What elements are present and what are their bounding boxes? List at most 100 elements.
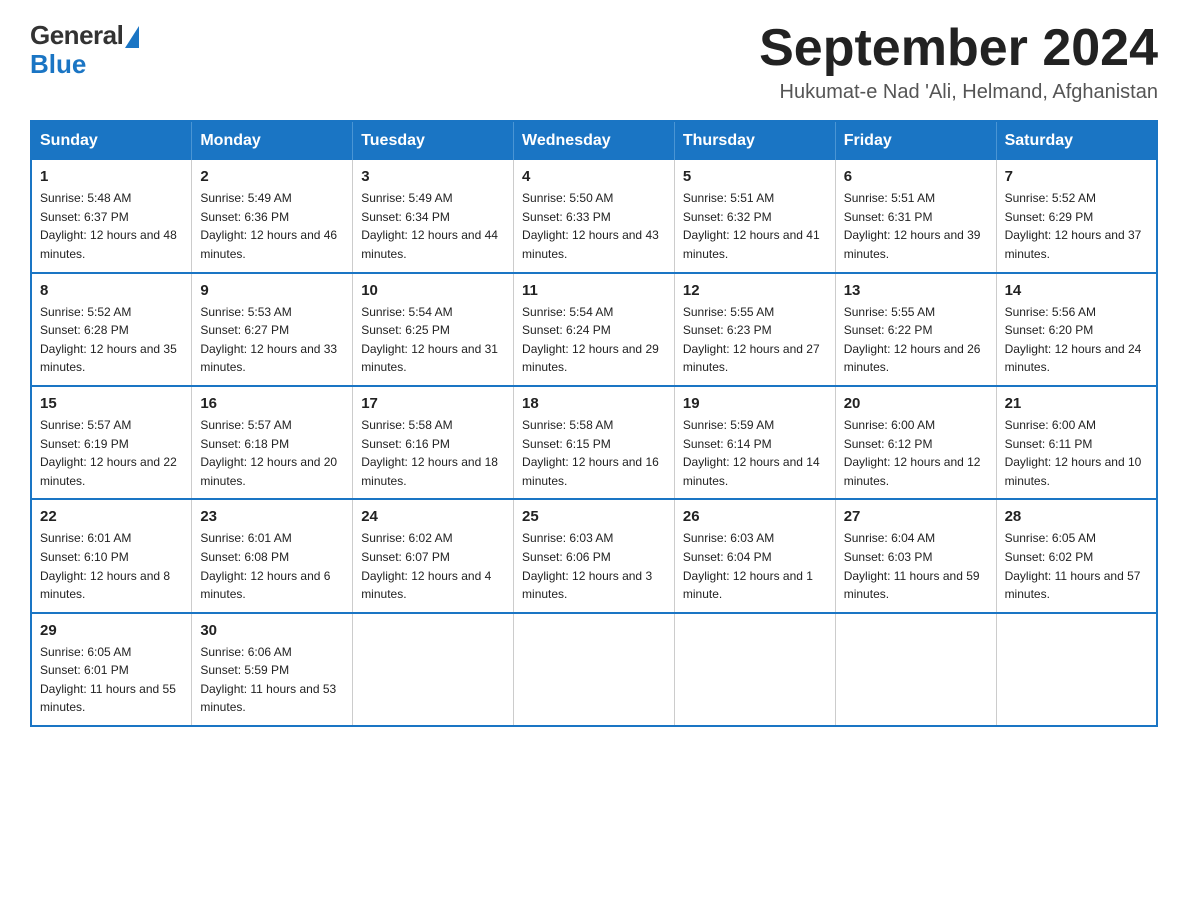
day-number: 3 bbox=[361, 168, 505, 185]
weekday-header-thursday: Thursday bbox=[674, 121, 835, 160]
calendar-cell: 19 Sunrise: 5:59 AMSunset: 6:14 PMDayligh… bbox=[674, 386, 835, 499]
location-title: Hukumat-e Nad 'Ali, Helmand, Afghanistan bbox=[759, 81, 1158, 104]
logo-blue-text: Blue bbox=[30, 49, 86, 80]
day-info: Sunrise: 5:50 AMSunset: 6:33 PMDaylight:… bbox=[522, 189, 666, 263]
day-number: 8 bbox=[40, 282, 183, 299]
day-number: 25 bbox=[522, 508, 666, 525]
weekday-header-monday: Monday bbox=[192, 121, 353, 160]
day-number: 2 bbox=[200, 168, 344, 185]
logo-general-text: General bbox=[30, 20, 123, 51]
calendar-cell: 7Sunrise: 5:52 AMSunset: 6:29 PMDaylight… bbox=[996, 160, 1157, 272]
calendar-week-row: 29Sunrise: 6:05 AMSunset: 6:01 PMDayligh… bbox=[31, 613, 1157, 726]
day-number: 26 bbox=[683, 508, 827, 525]
weekday-header-row: SundayMondayTuesdayWednesdayThursdayFrid… bbox=[31, 121, 1157, 160]
calendar-cell: 27 Sunrise: 6:04 AMSunset: 6:03 PMDayligh… bbox=[835, 499, 996, 612]
day-info: Sunrise: 5:57 AMSunset: 6:18 PMDaylight:… bbox=[200, 416, 344, 490]
calendar-cell bbox=[835, 613, 996, 726]
weekday-header-tuesday: Tuesday bbox=[353, 121, 514, 160]
day-info: Sunrise: 5:48 AMSunset: 6:37 PMDaylight:… bbox=[40, 189, 183, 263]
page-header: General Blue September 2024 Hukumat-e Na… bbox=[30, 20, 1158, 104]
calendar-cell: 29Sunrise: 6:05 AMSunset: 6:01 PMDayligh… bbox=[31, 613, 192, 726]
day-info: Sunrise: 5:54 AMSunset: 6:24 PMDaylight:… bbox=[522, 303, 666, 377]
calendar-cell: 12 Sunrise: 5:55 AMSunset: 6:23 PMDayligh… bbox=[674, 273, 835, 386]
day-info: Sunrise: 5:52 AMSunset: 6:28 PMDaylight:… bbox=[40, 303, 183, 377]
calendar-cell: 14 Sunrise: 5:56 AMSunset: 6:20 PMDayligh… bbox=[996, 273, 1157, 386]
calendar-cell: 13Sunrise: 5:55 AMSunset: 6:22 PMDayligh… bbox=[835, 273, 996, 386]
day-info: Sunrise: 6:01 AMSunset: 6:10 PMDaylight:… bbox=[40, 529, 183, 603]
day-info: Sunrise: 5:49 AMSunset: 6:36 PMDaylight:… bbox=[200, 189, 344, 263]
calendar-table: SundayMondayTuesdayWednesdayThursdayFrid… bbox=[30, 120, 1158, 727]
calendar-cell: 24Sunrise: 6:02 AMSunset: 6:07 PMDayligh… bbox=[353, 499, 514, 612]
calendar-week-row: 22 Sunrise: 6:01 AMSunset: 6:10 PMDayligh… bbox=[31, 499, 1157, 612]
day-number: 1 bbox=[40, 168, 183, 185]
day-info: Sunrise: 6:06 AMSunset: 5:59 PMDaylight:… bbox=[200, 643, 344, 717]
day-info: Sunrise: 5:54 AMSunset: 6:25 PMDaylight:… bbox=[361, 303, 505, 377]
day-info: Sunrise: 5:56 AMSunset: 6:20 PMDaylight:… bbox=[1005, 303, 1148, 377]
title-area: September 2024 Hukumat-e Nad 'Ali, Helma… bbox=[759, 20, 1158, 104]
logo: General Blue bbox=[30, 20, 139, 80]
calendar-cell: 30 Sunrise: 6:06 AMSunset: 5:59 PMDayligh… bbox=[192, 613, 353, 726]
day-info: Sunrise: 5:51 AMSunset: 6:31 PMDaylight:… bbox=[844, 189, 988, 263]
calendar-week-row: 15 Sunrise: 5:57 AMSunset: 6:19 PMDayligh… bbox=[31, 386, 1157, 499]
day-number: 15 bbox=[40, 395, 183, 412]
day-info: Sunrise: 6:05 AMSunset: 6:02 PMDaylight:… bbox=[1005, 529, 1148, 603]
calendar-cell: 4 Sunrise: 5:50 AMSunset: 6:33 PMDaylight… bbox=[514, 160, 675, 272]
calendar-week-row: 8 Sunrise: 5:52 AMSunset: 6:28 PMDaylight… bbox=[31, 273, 1157, 386]
calendar-cell: 8 Sunrise: 5:52 AMSunset: 6:28 PMDaylight… bbox=[31, 273, 192, 386]
weekday-header-saturday: Saturday bbox=[996, 121, 1157, 160]
day-number: 22 bbox=[40, 508, 183, 525]
calendar-cell: 17Sunrise: 5:58 AMSunset: 6:16 PMDayligh… bbox=[353, 386, 514, 499]
day-info: Sunrise: 5:53 AMSunset: 6:27 PMDaylight:… bbox=[200, 303, 344, 377]
day-number: 19 bbox=[683, 395, 827, 412]
calendar-cell: 26 Sunrise: 6:03 AMSunset: 6:04 PMDayligh… bbox=[674, 499, 835, 612]
month-year-title: September 2024 bbox=[759, 20, 1158, 77]
day-number: 14 bbox=[1005, 282, 1148, 299]
day-number: 30 bbox=[200, 622, 344, 639]
calendar-cell: 20Sunrise: 6:00 AMSunset: 6:12 PMDayligh… bbox=[835, 386, 996, 499]
calendar-cell: 3 Sunrise: 5:49 AMSunset: 6:34 PMDaylight… bbox=[353, 160, 514, 272]
day-info: Sunrise: 5:59 AMSunset: 6:14 PMDaylight:… bbox=[683, 416, 827, 490]
day-info: Sunrise: 5:57 AMSunset: 6:19 PMDaylight:… bbox=[40, 416, 183, 490]
calendar-cell: 11 Sunrise: 5:54 AMSunset: 6:24 PMDayligh… bbox=[514, 273, 675, 386]
day-number: 29 bbox=[40, 622, 183, 639]
calendar-cell: 18 Sunrise: 5:58 AMSunset: 6:15 PMDayligh… bbox=[514, 386, 675, 499]
day-info: Sunrise: 5:55 AMSunset: 6:23 PMDaylight:… bbox=[683, 303, 827, 377]
day-info: Sunrise: 5:55 AMSunset: 6:22 PMDaylight:… bbox=[844, 303, 988, 377]
day-number: 5 bbox=[683, 168, 827, 185]
day-number: 10 bbox=[361, 282, 505, 299]
calendar-cell: 28 Sunrise: 6:05 AMSunset: 6:02 PMDayligh… bbox=[996, 499, 1157, 612]
day-number: 20 bbox=[844, 395, 988, 412]
day-number: 23 bbox=[200, 508, 344, 525]
day-info: Sunrise: 6:00 AMSunset: 6:11 PMDaylight:… bbox=[1005, 416, 1148, 490]
day-info: Sunrise: 6:02 AMSunset: 6:07 PMDaylight:… bbox=[361, 529, 505, 603]
day-info: Sunrise: 6:01 AMSunset: 6:08 PMDaylight:… bbox=[200, 529, 344, 603]
day-info: Sunrise: 6:04 AMSunset: 6:03 PMDaylight:… bbox=[844, 529, 988, 603]
day-number: 4 bbox=[522, 168, 666, 185]
day-number: 18 bbox=[522, 395, 666, 412]
day-number: 17 bbox=[361, 395, 505, 412]
logo-triangle-icon bbox=[125, 26, 139, 48]
calendar-cell: 5 Sunrise: 5:51 AMSunset: 6:32 PMDaylight… bbox=[674, 160, 835, 272]
day-number: 12 bbox=[683, 282, 827, 299]
calendar-cell: 16Sunrise: 5:57 AMSunset: 6:18 PMDayligh… bbox=[192, 386, 353, 499]
day-number: 28 bbox=[1005, 508, 1148, 525]
calendar-cell: 6 Sunrise: 5:51 AMSunset: 6:31 PMDaylight… bbox=[835, 160, 996, 272]
calendar-cell: 2 Sunrise: 5:49 AMSunset: 6:36 PMDaylight… bbox=[192, 160, 353, 272]
day-info: Sunrise: 5:49 AMSunset: 6:34 PMDaylight:… bbox=[361, 189, 505, 263]
calendar-cell bbox=[353, 613, 514, 726]
day-info: Sunrise: 6:03 AMSunset: 6:06 PMDaylight:… bbox=[522, 529, 666, 603]
calendar-cell: 10 Sunrise: 5:54 AMSunset: 6:25 PMDayligh… bbox=[353, 273, 514, 386]
calendar-cell: 21 Sunrise: 6:00 AMSunset: 6:11 PMDayligh… bbox=[996, 386, 1157, 499]
day-number: 27 bbox=[844, 508, 988, 525]
day-number: 21 bbox=[1005, 395, 1148, 412]
day-info: Sunrise: 6:03 AMSunset: 6:04 PMDaylight:… bbox=[683, 529, 827, 603]
day-info: Sunrise: 5:51 AMSunset: 6:32 PMDaylight:… bbox=[683, 189, 827, 263]
day-number: 9 bbox=[200, 282, 344, 299]
day-number: 6 bbox=[844, 168, 988, 185]
calendar-cell: 1 Sunrise: 5:48 AMSunset: 6:37 PMDaylight… bbox=[31, 160, 192, 272]
calendar-cell: 9 Sunrise: 5:53 AMSunset: 6:27 PMDaylight… bbox=[192, 273, 353, 386]
day-info: Sunrise: 5:58 AMSunset: 6:15 PMDaylight:… bbox=[522, 416, 666, 490]
calendar-cell bbox=[996, 613, 1157, 726]
day-info: Sunrise: 5:52 AMSunset: 6:29 PMDaylight:… bbox=[1005, 189, 1148, 263]
day-number: 11 bbox=[522, 282, 666, 299]
